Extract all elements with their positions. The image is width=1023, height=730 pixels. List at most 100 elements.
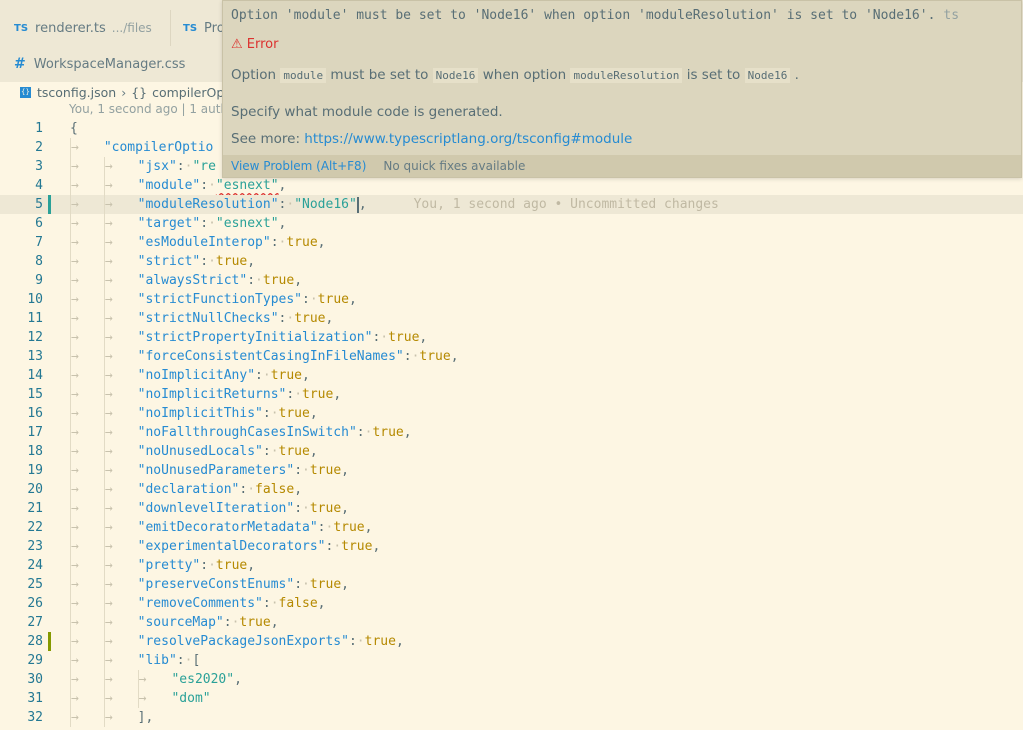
code-text: "downlevelIteration":·true, bbox=[137, 501, 349, 516]
code-line[interactable]: 16 → → "noImplicitThis":·true, bbox=[0, 404, 1023, 423]
json-file-icon: {} bbox=[20, 86, 31, 98]
modified-line-marker[interactable] bbox=[48, 195, 51, 214]
line-number: 20 bbox=[27, 482, 43, 497]
tab-renderer[interactable]: TS renderer.ts .../files bbox=[0, 10, 170, 46]
code-line[interactable]: 5 → → "moduleResolution":·"Node16", You, 1 … bbox=[0, 195, 1023, 214]
code-line[interactable]: 32 → →], bbox=[0, 708, 1023, 727]
tab-whitespace-icon: → bbox=[71, 292, 79, 307]
option-description: Specify what module code is generated. bbox=[231, 104, 503, 120]
code-text: "strictNullChecks":·true, bbox=[137, 311, 334, 326]
line-number: 11 bbox=[27, 311, 43, 326]
line-number: 32 bbox=[27, 710, 43, 725]
codelens-blame[interactable]: You, 1 second ago | 1 auth bbox=[69, 102, 228, 120]
line-number: 21 bbox=[27, 501, 43, 516]
json-value: "Node16" bbox=[294, 197, 357, 212]
tab-whitespace-icon: → bbox=[104, 501, 113, 516]
code-line[interactable]: 23 → → "experimentalDecorators":·true, bbox=[0, 537, 1023, 556]
inline-blame-annotation: You, 1 second ago • Uncommitted changes bbox=[366, 197, 719, 212]
code-line[interactable]: 12 → → "strictPropertyInitialization":·true… bbox=[0, 328, 1023, 347]
json-key: "target" bbox=[137, 216, 201, 231]
tab-description: .../files bbox=[111, 21, 152, 35]
code-line[interactable]: 11 → → "strictNullChecks":·true, bbox=[0, 309, 1023, 328]
tab-workspacemanager-css[interactable]: # WorkspaceManager.css bbox=[0, 46, 200, 82]
tab-whitespace-icon: → bbox=[104, 710, 113, 725]
line-number: 19 bbox=[27, 463, 43, 478]
code-line[interactable]: 6 → → "target":·"esnext", bbox=[0, 214, 1023, 233]
json-value: true bbox=[309, 577, 342, 592]
breadcrumb-file[interactable]: tsconfig.json bbox=[37, 85, 116, 100]
code-line[interactable]: 29 → → "lib":·[ bbox=[0, 651, 1023, 670]
json-key: "experimentalDecorators" bbox=[137, 539, 326, 554]
line-number: 17 bbox=[27, 425, 43, 440]
code-line[interactable]: 13 → → "forceConsistentCasingInFileNames":·… bbox=[0, 347, 1023, 366]
tab-whitespace-icon: → bbox=[104, 634, 113, 649]
tab-whitespace-icon: → bbox=[71, 653, 79, 668]
line-number: 31 bbox=[27, 691, 43, 706]
json-value: "esnext" bbox=[215, 178, 279, 193]
code-line[interactable]: 26 → → "removeComments":·false, bbox=[0, 594, 1023, 613]
code-line[interactable]: 18 → → "noUnusedLocals":·true, bbox=[0, 442, 1023, 461]
code-text: ], bbox=[138, 708, 154, 727]
punctuation: { bbox=[70, 121, 78, 136]
code-line[interactable]: 27 → → "sourceMap":·true, bbox=[0, 613, 1023, 632]
tab-whitespace-icon: → bbox=[71, 140, 79, 155]
line-number: 25 bbox=[27, 577, 43, 592]
code-line[interactable]: 31 → → → "dom" bbox=[0, 689, 1023, 708]
tab-pro[interactable]: TS Pro bbox=[171, 10, 222, 46]
tab-whitespace-icon: → bbox=[71, 482, 79, 497]
tab-whitespace-icon: → bbox=[104, 235, 113, 250]
tab-whitespace-icon: → bbox=[104, 520, 113, 535]
code-line[interactable]: 25 → → "preserveConstEnums":·true, bbox=[0, 575, 1023, 594]
code-line[interactable]: 21 → → "downlevelIteration":·true, bbox=[0, 499, 1023, 518]
tab-label: Pro bbox=[204, 20, 222, 36]
code-line[interactable]: 17 → → "noFallthroughCasesInSwitch":·true, bbox=[0, 423, 1023, 442]
code-line[interactable]: 10 → → "strictFunctionTypes":·true, bbox=[0, 290, 1023, 309]
code-text: "compilerOptio bbox=[104, 138, 214, 157]
json-key: "esModuleInterop" bbox=[137, 235, 271, 250]
code-line[interactable]: 28 → → "resolvePackageJsonExports":·true, bbox=[0, 632, 1023, 651]
code-line[interactable]: 19 → → "noUnusedParameters":·true, bbox=[0, 461, 1023, 480]
tab-whitespace-icon: → bbox=[71, 425, 79, 440]
tab-whitespace-icon: → bbox=[71, 254, 79, 269]
added-line-marker[interactable] bbox=[48, 632, 51, 651]
tab-whitespace-icon: → bbox=[71, 273, 79, 288]
code-line[interactable]: 7 → → "esModuleInterop":·true, bbox=[0, 233, 1023, 252]
code-line[interactable]: 20 → → "declaration":·false, bbox=[0, 480, 1023, 499]
tab-whitespace-icon: → bbox=[104, 577, 113, 592]
docs-link[interactable]: https://www.typescriptlang.org/tsconfig#… bbox=[304, 131, 632, 147]
code-line[interactable]: 22 → → "emitDecoratorMetadata":·true, bbox=[0, 518, 1023, 537]
tab-whitespace-icon: → bbox=[71, 387, 79, 402]
code-editor[interactable]: 1 {2 → "compilerOptio 3 → → "jsx":·"re 4 → → "modul… bbox=[0, 119, 1023, 730]
code-line[interactable]: 8 → → "strict":·true, bbox=[0, 252, 1023, 271]
json-key: "moduleResolution" bbox=[137, 197, 279, 212]
line-number: 10 bbox=[27, 292, 43, 307]
tab-label: renderer.ts bbox=[35, 20, 106, 36]
code-line[interactable]: 30 → → → "es2020", bbox=[0, 670, 1023, 689]
chevron-right-icon: › bbox=[121, 84, 127, 100]
json-value: true bbox=[278, 406, 310, 421]
code-line[interactable]: 14 → → "noImplicitAny":·true, bbox=[0, 366, 1023, 385]
json-key: "emitDecoratorMetadata" bbox=[137, 520, 318, 535]
json-key: "alwaysStrict" bbox=[137, 273, 248, 288]
json-key: "noFallthroughCasesInSwitch" bbox=[137, 425, 357, 440]
code-line[interactable]: 24 → → "pretty":·true, bbox=[0, 556, 1023, 575]
tab-whitespace-icon: → bbox=[104, 653, 113, 668]
code-text: "noUnusedParameters":·true, bbox=[137, 463, 349, 478]
code-text: "preserveConstEnums":·true, bbox=[137, 577, 349, 592]
code-text: "removeComments":·false, bbox=[137, 596, 326, 611]
tab-whitespace-icon: → bbox=[104, 539, 113, 554]
tab-whitespace-icon: → bbox=[104, 482, 113, 497]
json-value: true bbox=[270, 368, 303, 383]
json-key: "noUnusedParameters" bbox=[137, 463, 295, 478]
code-line[interactable]: 15 → → "noImplicitReturns":·true, bbox=[0, 385, 1023, 404]
code-line[interactable]: 4 → → "module":·"esnext", bbox=[0, 176, 1023, 195]
code-text: "strictFunctionTypes":·true, bbox=[137, 292, 357, 307]
json-value: true bbox=[215, 254, 248, 269]
view-problem-link[interactable]: View Problem (Alt+F8) bbox=[231, 159, 366, 173]
json-value: "re bbox=[192, 159, 216, 174]
code-line[interactable]: 9 → → "alwaysStrict":·true, bbox=[0, 271, 1023, 290]
breadcrumb-symbol[interactable]: compilerOp bbox=[152, 85, 224, 100]
tab-whitespace-icon: → bbox=[71, 596, 79, 611]
tab-whitespace-icon: → bbox=[71, 330, 79, 345]
code-text: "jsx":·"re bbox=[137, 159, 216, 174]
